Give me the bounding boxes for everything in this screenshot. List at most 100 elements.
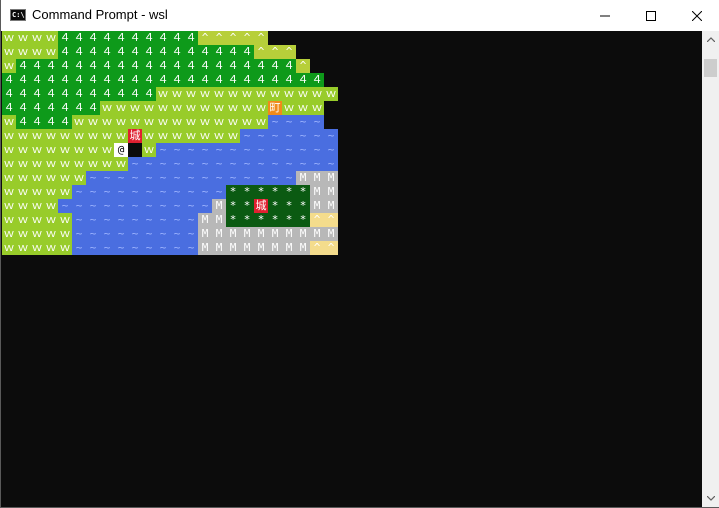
water-tile: ~: [282, 157, 296, 171]
water-tile: ~: [254, 129, 268, 143]
grass-tile: ｗ: [2, 199, 16, 213]
water-tile: ~: [86, 171, 100, 185]
mountain-tile: M: [296, 227, 310, 241]
dense-forest-tile: *: [226, 213, 240, 227]
forest-tile: ４: [268, 73, 282, 87]
scroll-thumb[interactable]: [704, 59, 717, 77]
grass-tile: ｗ: [240, 87, 254, 101]
forest-tile: ４: [310, 73, 324, 87]
forest-tile: ４: [72, 87, 86, 101]
water-tile: ~: [86, 227, 100, 241]
water-tile: ~: [240, 171, 254, 185]
forest-tile: ４: [86, 87, 100, 101]
forest-tile: ４: [198, 73, 212, 87]
water-tile: ~: [128, 199, 142, 213]
grass-tile: ｗ: [2, 241, 16, 255]
dense-forest-tile: *: [254, 185, 268, 199]
grass-tile: ｗ: [2, 115, 16, 129]
grass-tile: ｗ: [114, 129, 128, 143]
dense-forest-tile: *: [226, 185, 240, 199]
close-button[interactable]: [674, 0, 719, 31]
forest-tile: ４: [240, 45, 254, 59]
forest-tile: ４: [58, 45, 72, 59]
scroll-up-arrow-icon: [706, 37, 715, 42]
water-tile: ~: [100, 241, 114, 255]
water-tile: ~: [282, 115, 296, 129]
grass-tile: ｗ: [296, 87, 310, 101]
hill-tile: ^: [198, 31, 212, 45]
grass-tile: ｗ: [72, 157, 86, 171]
forest-tile: ４: [212, 73, 226, 87]
minimize-button[interactable]: [582, 0, 628, 31]
title-bar[interactable]: C:\ Command Prompt - wsl: [1, 0, 719, 31]
forest-tile: ４: [240, 59, 254, 73]
forest-tile: ４: [156, 73, 170, 87]
forest-tile: ４: [100, 59, 114, 73]
forest-tile: ４: [100, 73, 114, 87]
water-tile: ~: [72, 241, 86, 255]
water-tile: ~: [86, 199, 100, 213]
water-tile: ~: [240, 157, 254, 171]
grass-tile: ｗ: [212, 115, 226, 129]
grass-tile: ｗ: [30, 199, 44, 213]
dense-forest-tile: *: [226, 199, 240, 213]
grass-tile: ｗ: [324, 87, 338, 101]
forest-tile: ４: [240, 73, 254, 87]
grass-tile: ｗ: [198, 87, 212, 101]
water-tile: ~: [156, 227, 170, 241]
water-tile: ~: [142, 185, 156, 199]
grass-tile: ｗ: [72, 171, 86, 185]
forest-tile: ４: [170, 73, 184, 87]
grass-tile: ｗ: [2, 171, 16, 185]
forest-tile: ４: [226, 73, 240, 87]
grass-tile: ｗ: [44, 143, 58, 157]
water-tile: ~: [156, 213, 170, 227]
forest-tile: ４: [114, 31, 128, 45]
water-tile: ~: [310, 115, 324, 129]
water-tile: ~: [254, 157, 268, 171]
grass-tile: ｗ: [16, 129, 30, 143]
water-tile: ~: [310, 157, 324, 171]
forest-tile: ４: [44, 59, 58, 73]
mountain-tile: M: [254, 227, 268, 241]
mountain-tile: M: [268, 241, 282, 255]
forest-tile: ４: [16, 115, 30, 129]
dense-forest-tile: *: [254, 213, 268, 227]
water-tile: ~: [226, 171, 240, 185]
mountain-tile: M: [240, 241, 254, 255]
water-tile: ~: [282, 171, 296, 185]
grass-tile: ｗ: [240, 115, 254, 129]
water-tile: ~: [282, 143, 296, 157]
dense-forest-tile: *: [240, 213, 254, 227]
scroll-down-button[interactable]: [702, 490, 719, 507]
vertical-scrollbar[interactable]: [702, 31, 719, 507]
hill-tile: ^: [226, 31, 240, 45]
grass-tile: ｗ: [268, 87, 282, 101]
grass-tile: ｗ: [2, 157, 16, 171]
grass-tile: ｗ: [30, 241, 44, 255]
mountain-tile: M: [310, 227, 324, 241]
water-tile: ~: [170, 227, 184, 241]
forest-tile: ４: [142, 87, 156, 101]
water-tile: ~: [142, 241, 156, 255]
water-tile: ~: [128, 185, 142, 199]
grass-tile: ｗ: [86, 157, 100, 171]
grass-tile: ｗ: [44, 45, 58, 59]
grass-tile: ｗ: [58, 171, 72, 185]
mountain-tile: M: [212, 199, 226, 213]
forest-tile: ４: [114, 73, 128, 87]
mountain-tile: M: [310, 199, 324, 213]
forest-tile: ４: [142, 45, 156, 59]
water-tile: ~: [184, 157, 198, 171]
grass-tile: ｗ: [16, 45, 30, 59]
grass-tile: ｗ: [226, 115, 240, 129]
water-tile: ~: [128, 227, 142, 241]
water-tile: ~: [296, 115, 310, 129]
mountain-tile: M: [282, 241, 296, 255]
scroll-up-button[interactable]: [702, 31, 719, 48]
dense-forest-tile: *: [282, 213, 296, 227]
grass-tile: ｗ: [2, 59, 16, 73]
forest-tile: ４: [226, 45, 240, 59]
maximize-button[interactable]: [628, 0, 674, 31]
water-tile: ~: [184, 171, 198, 185]
